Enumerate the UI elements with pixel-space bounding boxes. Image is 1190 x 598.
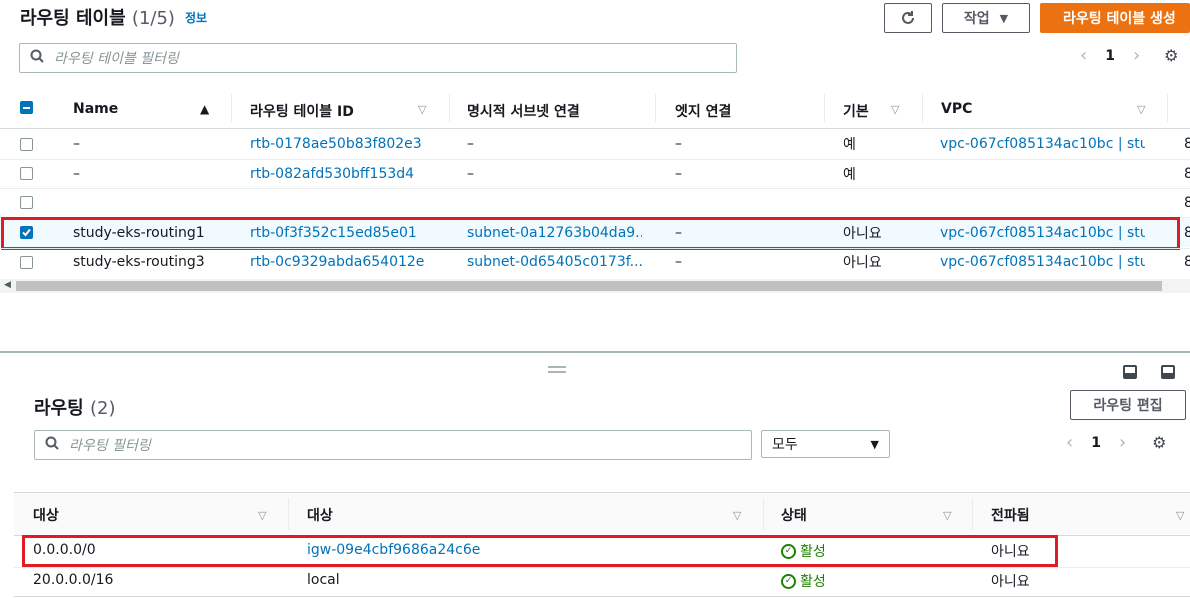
row-extra: 8 bbox=[1184, 166, 1190, 182]
row-checkbox[interactable] bbox=[20, 167, 33, 180]
sort-icon[interactable]: ▽ bbox=[258, 509, 266, 522]
search-icon bbox=[45, 436, 59, 454]
actions-button[interactable]: 작업 ▼ bbox=[942, 3, 1030, 33]
sort-icon[interactable]: ▽ bbox=[943, 509, 951, 522]
subnet-link[interactable]: subnet-0d65405c0173f... bbox=[467, 254, 642, 270]
routes-pagination: ‹ 1 › ⚙ bbox=[1066, 432, 1167, 453]
next-page-icon[interactable]: › bbox=[1133, 45, 1140, 66]
sort-icon[interactable]: ▽ bbox=[733, 509, 741, 522]
page-title-count: (1/5) bbox=[131, 8, 175, 29]
refresh-button[interactable] bbox=[884, 3, 932, 33]
row-main: 예 bbox=[843, 167, 856, 183]
route-propagated: 아니요 bbox=[991, 574, 1030, 590]
column-header-name[interactable]: Name bbox=[73, 101, 118, 117]
column-header-explicit-subnet[interactable]: 명시적 서브넷 연결 bbox=[467, 101, 580, 121]
actions-label: 작업 bbox=[963, 11, 990, 27]
split-divider[interactable] bbox=[0, 351, 1190, 353]
drag-handle-icon[interactable] bbox=[548, 366, 566, 368]
row-name: – bbox=[73, 166, 80, 182]
sort-icon[interactable]: ▽ bbox=[891, 103, 899, 116]
panel-side-icon[interactable] bbox=[1161, 365, 1175, 379]
row-main: 아니요 bbox=[843, 255, 882, 271]
page-title-text: 라우팅 테이블 bbox=[20, 8, 126, 29]
column-header-target[interactable]: 대상 bbox=[307, 505, 333, 525]
row-extra: 8 bbox=[1184, 254, 1190, 270]
row-edge: – bbox=[675, 136, 682, 152]
row-checkbox[interactable] bbox=[20, 256, 33, 269]
row-extra: 8 bbox=[1184, 225, 1190, 241]
select-all-checkbox[interactable] bbox=[20, 101, 33, 114]
route-table-id-link[interactable]: rtb-0c9329abda654012e bbox=[250, 254, 424, 270]
vpc-link[interactable]: vpc-067cf085134ac10bc | stu... bbox=[940, 136, 1145, 152]
refresh-icon bbox=[902, 11, 914, 24]
caret-down-icon: ▼ bbox=[999, 11, 1009, 25]
check-circle-icon: ✓ bbox=[781, 573, 796, 589]
route-status: ✓ 활성 bbox=[781, 571, 826, 591]
routes-search[interactable]: 라우팅 필터링 bbox=[34, 430, 752, 460]
prev-page-icon[interactable]: ‹ bbox=[1066, 432, 1073, 453]
column-header-vpc[interactable]: VPC bbox=[941, 101, 972, 117]
route-table-id-link[interactable]: rtb-082afd530bff153d4 bbox=[250, 166, 414, 182]
column-header-edge[interactable]: 엣지 연결 bbox=[675, 101, 731, 121]
search-placeholder: 라우팅 필터링 bbox=[69, 438, 151, 454]
settings-icon[interactable]: ⚙ bbox=[1164, 46, 1178, 65]
horizontal-scrollbar-thumb[interactable] bbox=[16, 281, 1162, 291]
sort-icon[interactable]: ▽ bbox=[1137, 103, 1145, 116]
route-status-text: 활성 bbox=[800, 574, 826, 590]
row-name: – bbox=[73, 136, 80, 152]
row-extra: 8 bbox=[1184, 195, 1190, 211]
routes-title-text: 라우팅 bbox=[34, 398, 84, 419]
page-number[interactable]: 1 bbox=[1105, 48, 1115, 64]
row-checkbox[interactable] bbox=[20, 196, 33, 209]
row-extra: 8 bbox=[1184, 136, 1190, 152]
column-header-route-table-id[interactable]: 라우팅 테이블 ID bbox=[250, 101, 354, 121]
route-table-search[interactable]: 라우팅 테이블 필터링 bbox=[19, 43, 737, 73]
highlight-box-selected-route-table bbox=[1, 217, 1180, 250]
horizontal-scrollbar-track[interactable]: ◀ bbox=[0, 279, 1190, 293]
caret-down-icon: ▼ bbox=[870, 437, 879, 451]
column-header-status[interactable]: 상태 bbox=[781, 505, 807, 525]
column-header-propagated[interactable]: 전파됨 bbox=[991, 505, 1030, 525]
route-target: local bbox=[307, 572, 340, 588]
routes-title: 라우팅 (2) bbox=[34, 394, 115, 420]
column-header-main[interactable]: 기본 bbox=[843, 101, 869, 121]
row-edge: – bbox=[675, 254, 682, 270]
row-main: 예 bbox=[843, 137, 856, 153]
row-edge: – bbox=[675, 166, 682, 182]
top-pagination: ‹ 1 › ⚙ bbox=[1080, 45, 1179, 66]
page-number[interactable]: 1 bbox=[1091, 435, 1101, 451]
next-page-icon[interactable]: › bbox=[1119, 432, 1126, 453]
column-header-destination[interactable]: 대상 bbox=[33, 505, 59, 525]
sort-ascending-icon[interactable]: ▲ bbox=[200, 102, 209, 116]
search-placeholder: 라우팅 테이블 필터링 bbox=[54, 51, 179, 67]
drag-handle-icon-line bbox=[548, 371, 566, 373]
search-icon bbox=[30, 49, 44, 67]
page-title: 라우팅 테이블 (1/5) bbox=[20, 4, 175, 30]
edit-routes-button[interactable]: 라우팅 편집 bbox=[1070, 390, 1186, 420]
route-table-id-link[interactable]: rtb-0178ae50b83f802e3 bbox=[250, 136, 422, 152]
info-link[interactable]: 정보 bbox=[185, 9, 207, 26]
row-name: study-eks-routing3 bbox=[73, 254, 205, 270]
sort-icon[interactable]: ▽ bbox=[418, 103, 426, 116]
prev-page-icon[interactable]: ‹ bbox=[1080, 45, 1087, 66]
settings-icon[interactable]: ⚙ bbox=[1152, 433, 1166, 452]
vpc-link[interactable]: vpc-067cf085134ac10bc | stu... bbox=[940, 254, 1145, 270]
route-filter-value: 모두 bbox=[772, 437, 798, 453]
row-checkbox[interactable] bbox=[20, 138, 33, 151]
route-filter-select[interactable]: 모두 ▼ bbox=[761, 430, 890, 458]
panel-bottom-icon[interactable] bbox=[1123, 365, 1137, 379]
routes-count: (2) bbox=[89, 398, 116, 419]
route-destination: 20.0.0.0/16 bbox=[33, 572, 114, 588]
highlight-box-default-route bbox=[22, 535, 1058, 567]
scroll-left-icon[interactable]: ◀ bbox=[4, 280, 11, 290]
row-subnet: – bbox=[467, 136, 474, 152]
row-subnet: – bbox=[467, 166, 474, 182]
sort-icon[interactable]: ▽ bbox=[1176, 509, 1184, 522]
create-route-table-button[interactable]: 라우팅 테이블 생성 bbox=[1040, 3, 1190, 33]
